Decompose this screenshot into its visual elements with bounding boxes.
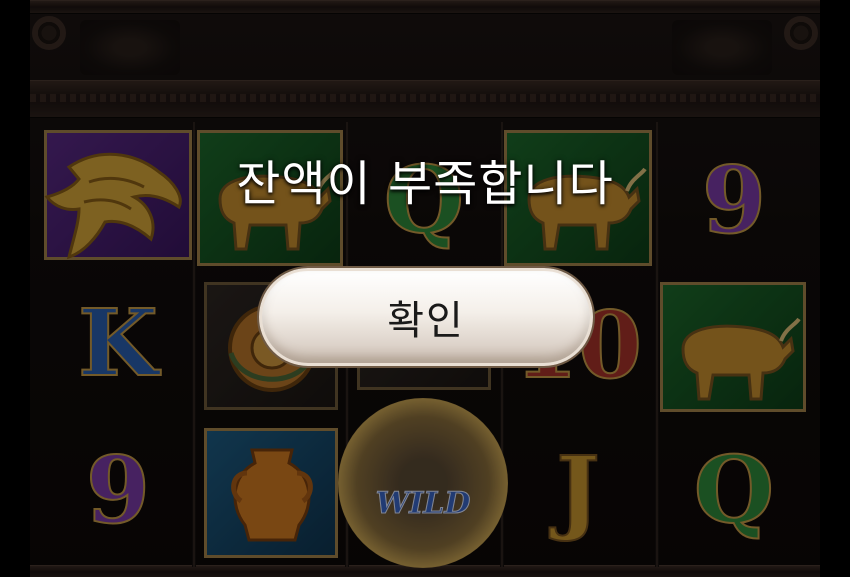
game-screen: K 9 Q WILD J 9 Q 잔액이 부족합니다 확인 bbox=[0, 0, 850, 577]
confirm-button[interactable]: 확인 bbox=[259, 268, 593, 366]
left-letterbox bbox=[0, 0, 30, 577]
confirm-button-label: 확인 bbox=[387, 298, 465, 344]
right-letterbox bbox=[820, 0, 850, 577]
insufficient-balance-message: 잔액이 부족합니다 bbox=[236, 156, 614, 212]
